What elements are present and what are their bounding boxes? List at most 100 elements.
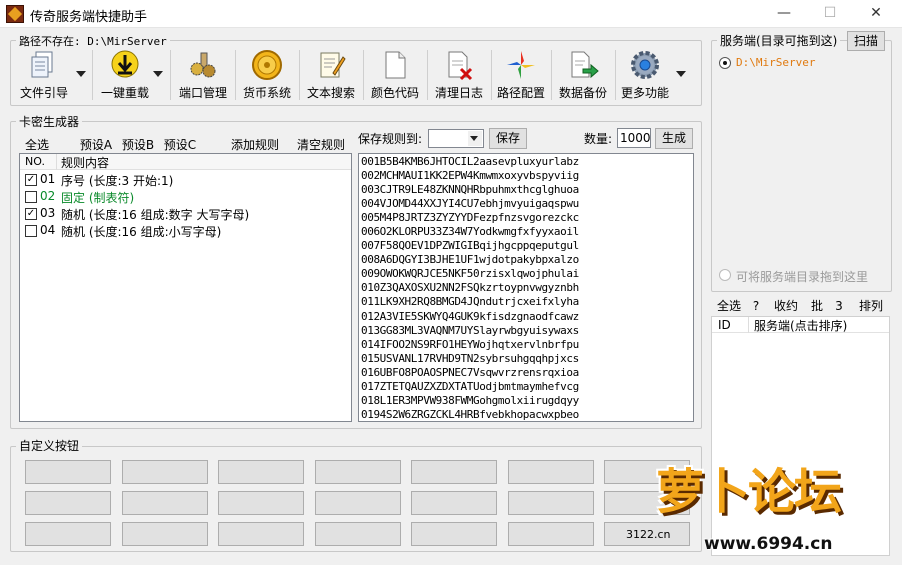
data-backup-button[interactable]: 数据备份 (554, 47, 612, 103)
clean-log-button[interactable]: 清理日志 (430, 47, 488, 103)
select-arrow-button[interactable] (468, 131, 482, 146)
toolbar-separator (235, 50, 236, 100)
server-list-group (711, 40, 892, 292)
generated-output-textarea[interactable]: 001B5B4KMB6JHTOCIL2aasevpluxyurlabz 002MC… (358, 153, 694, 422)
custom-button[interactable] (25, 460, 111, 484)
header-no[interactable]: NO. (25, 155, 45, 168)
select-all-servers-button[interactable]: 全选 (713, 298, 745, 314)
output-line: 010Z3QAXOSXU2NN2FSQkzrtoypnvwgyznbh (361, 281, 579, 295)
more-functions-dropdown-icon[interactable] (676, 71, 686, 77)
custom-button[interactable] (508, 522, 594, 546)
custom-button[interactable] (122, 522, 208, 546)
maximize-button[interactable]: ☐ (810, 0, 850, 28)
custom-button[interactable] (411, 460, 497, 484)
select-all-rules-button[interactable]: 全选 (20, 136, 54, 154)
custom-button[interactable] (122, 491, 208, 515)
close-button[interactable]: ✕ (856, 0, 896, 28)
custom-button[interactable] (508, 491, 594, 515)
output-line: 005M4P8JRTZ3ZYZYYDFezpfnzsvgorezckc (361, 211, 579, 225)
custom-button[interactable] (218, 522, 304, 546)
one-key-reload-label: 一键重载 (100, 86, 149, 100)
arrange-button[interactable]: 排列 (853, 298, 889, 314)
rule-no: 01 (40, 172, 56, 186)
save-button[interactable]: 保存 (489, 128, 527, 149)
rule-content: 随机 (长度:16 组成:数字 大写字母) (61, 208, 250, 222)
header-id[interactable]: ID (718, 318, 731, 332)
color-code-button[interactable]: 颜色代码 (366, 47, 424, 103)
server-path-item[interactable]: D:\MirServer (736, 56, 815, 69)
custom-button[interactable] (315, 522, 401, 546)
currency-system-label: 货币系统 (242, 86, 291, 100)
more-functions-label: 更多功能 (620, 86, 669, 100)
custom-buttons-title: 自定义按钮 (16, 437, 83, 454)
header-server-sort[interactable]: 服务端(点击排序) (754, 317, 847, 334)
custom-button[interactable] (218, 460, 304, 484)
file-guide-label: 文件引导 (19, 86, 68, 100)
custom-button[interactable] (508, 460, 594, 484)
minimize-button[interactable]: — (764, 0, 804, 28)
toolbar-separator (427, 50, 428, 100)
preset-b-button[interactable]: 预设B (118, 136, 158, 154)
file-guide-dropdown-icon[interactable] (76, 71, 86, 77)
help-button[interactable]: ? (749, 298, 763, 314)
custom-button[interactable] (315, 491, 401, 515)
generate-button[interactable]: 生成 (655, 128, 693, 149)
output-line: 009OWOKWQRJCE5NKF50rzisxlqwojphulai (361, 267, 579, 281)
scan-button[interactable]: 扫描 (847, 31, 885, 51)
rule-checkbox-04[interactable] (25, 225, 37, 237)
save-rule-to-label: 保存规则到: (358, 132, 423, 146)
toolbar-separator (170, 50, 171, 100)
one-key-reload-button[interactable]: 一键重载 (95, 47, 155, 103)
output-line: 008A6DQGYI3BJHE1UF1wjdotpakybpxalzo (361, 253, 579, 267)
rule-checkbox-02[interactable] (25, 191, 37, 203)
header-rule-content[interactable]: 规则内容 (61, 154, 109, 171)
output-line: 018L1ER3MPVW938FWMGohgmolxiirugdqyy (361, 393, 579, 407)
preset-a-button[interactable]: 预设A (76, 136, 116, 154)
custom-button[interactable] (411, 491, 497, 515)
custom-button[interactable] (218, 491, 304, 515)
rule-checkbox-03[interactable]: ✓ (25, 208, 37, 220)
more-functions-button[interactable]: 更多功能 (617, 47, 673, 103)
output-line: 015USVANL17RVHD9TN2sybrsuhgqqhpjxcs (361, 351, 579, 365)
path-config-label: 路径配置 (496, 86, 545, 100)
one-key-reload-dropdown-icon[interactable] (153, 71, 163, 77)
port-manage-button[interactable]: 端口管理 (174, 47, 232, 103)
file-guide-button[interactable]: 文件引导 (14, 47, 74, 103)
gear-icon (631, 51, 659, 79)
output-line: 001B5B4KMB6JHTOCIL2aasevpluxyurlabz (361, 155, 579, 168)
custom-button[interactable] (25, 522, 111, 546)
server-radio-selected[interactable] (719, 57, 731, 69)
clear-rules-button[interactable]: 清空规则 (292, 136, 350, 154)
preset-c-button[interactable]: 预设C (160, 136, 200, 154)
batch-button[interactable]: 批 (809, 298, 825, 314)
currency-system-button[interactable]: 货币系统 (238, 47, 296, 103)
card-generator-title: 卡密生成器 (16, 113, 83, 130)
output-line: 011LK9XH2RQ8BMGD4JQndutrjcxeifxlyha (361, 295, 579, 309)
output-line: 004VJOMD44XXJYI4CU7ebhjmvyuigaqspwu (361, 197, 579, 211)
server-radio-empty[interactable] (719, 269, 731, 281)
path-config-button[interactable]: 路径配置 (494, 47, 548, 103)
watermark-url: www.6994.cn (704, 534, 833, 554)
add-rule-button[interactable]: 添加规则 (226, 136, 284, 154)
toolbar-separator (92, 50, 93, 100)
chevron-down-icon (470, 136, 478, 141)
custom-button[interactable] (315, 460, 401, 484)
count-input[interactable]: 1000 (617, 128, 651, 148)
rule-list[interactable]: NO. 规则内容 ✓ 01 序号 (长度:3 开始:1) 02 固定 (制表符)… (19, 153, 352, 422)
gears-icon (190, 52, 216, 78)
coin-icon (252, 50, 282, 80)
rule-content: 序号 (长度:3 开始:1) (61, 174, 174, 188)
count-label: 数量: (584, 132, 613, 146)
output-line: 003CJTR9LE48ZKNNQHRbpuhmxthcglghuoa (361, 183, 579, 197)
data-backup-label: 数据备份 (558, 86, 607, 100)
collapse-button[interactable]: 收约 (769, 298, 803, 314)
delete-document-icon (448, 51, 473, 81)
save-rule-target-select[interactable] (428, 129, 484, 148)
custom-button[interactable] (25, 491, 111, 515)
text-search-button[interactable]: 文本搜索 (302, 47, 360, 103)
document-edit-icon (320, 52, 346, 78)
rule-checkbox-01[interactable]: ✓ (25, 174, 37, 186)
custom-button[interactable] (122, 460, 208, 484)
custom-button[interactable] (411, 522, 497, 546)
download-arrow-icon (111, 50, 139, 78)
